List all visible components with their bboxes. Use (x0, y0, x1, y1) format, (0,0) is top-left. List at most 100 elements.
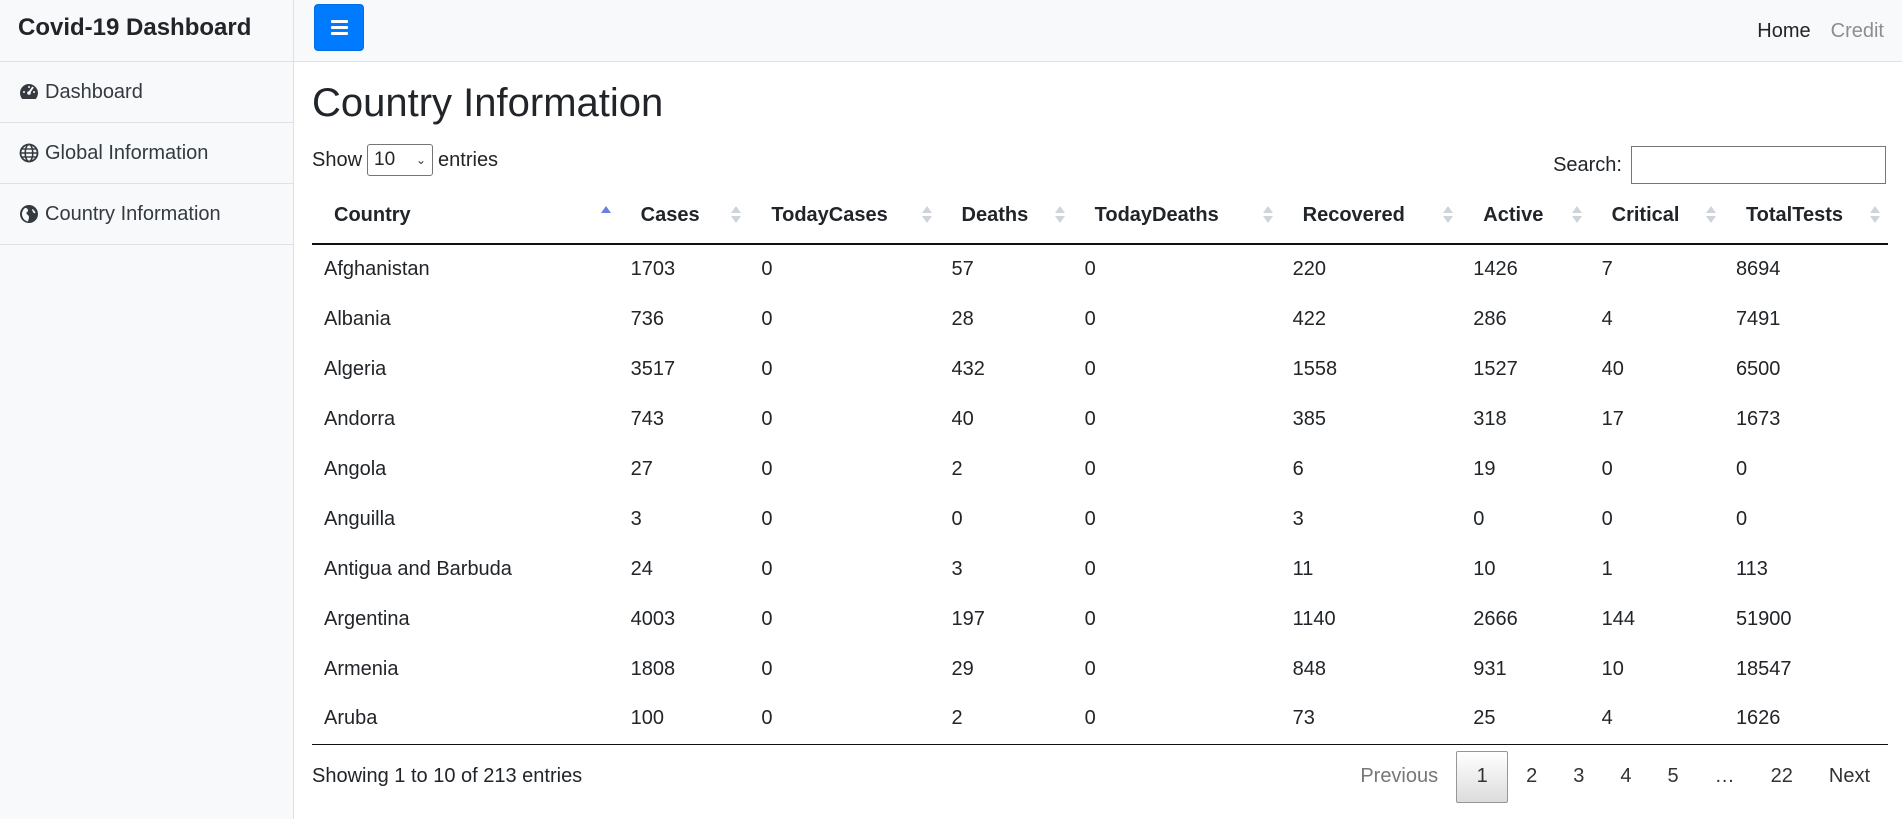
sort-icon (1705, 206, 1716, 223)
top-navbar: Home Credit (294, 0, 1902, 62)
table-cell-critical: 40 (1601, 357, 1624, 380)
pagination-page-5[interactable]: 5 (1650, 751, 1697, 803)
column-header-deaths[interactable]: Deaths (939, 188, 1073, 245)
table-cell-deaths: 2 (951, 457, 963, 480)
table-cell-todaycases: 0 (761, 307, 773, 330)
table-cell-todaydeaths: 0 (1084, 258, 1096, 280)
table-cell-todaycases: 0 (761, 457, 773, 480)
pagination-page-22[interactable]: 22 (1753, 751, 1811, 803)
sort-icon (1571, 206, 1582, 223)
pagination-page-4[interactable]: 4 (1602, 751, 1649, 803)
table-cell-cases: 1808 (630, 657, 676, 680)
sort-icon (731, 206, 742, 223)
pagination-next-button[interactable]: Next (1811, 751, 1888, 803)
table-cell-recovered: 220 (1292, 258, 1326, 280)
table-cell-critical: 10 (1601, 657, 1624, 680)
table-cell-cases: 27 (630, 457, 653, 480)
table-cell-country: Armenia (324, 657, 399, 680)
table-cell-active: 1426 (1473, 258, 1518, 280)
pagination-page-3[interactable]: 3 (1555, 751, 1602, 803)
table-cell-todaydeaths: 0 (1084, 557, 1096, 580)
table-body: Afghanistan 1703 0 57 0 220 1426 7 8694 Albania 73… (312, 244, 1888, 745)
table-cell-cases: 3 (630, 507, 642, 530)
sort-icon (1054, 206, 1065, 223)
table-cell-todaycases: 0 (761, 657, 773, 680)
search-input[interactable] (1631, 146, 1886, 184)
column-header-label: Deaths (961, 204, 1029, 226)
sort-icon (600, 206, 611, 223)
table-cell-country: Afghanistan (324, 258, 430, 280)
table-cell-todaydeaths: 0 (1084, 607, 1096, 630)
column-header-totaltests[interactable]: TotalTests (1723, 188, 1888, 245)
table-cell-country: Andorra (324, 407, 396, 430)
table-cell-cases: 24 (630, 557, 653, 580)
table-cell-totaltests: 113 (1735, 557, 1768, 580)
table-cell-recovered: 6 (1292, 457, 1304, 480)
sidebar: Covid-19 Dashboard Dashboard Global Info… (0, 0, 294, 819)
column-header-label: Recovered (1302, 204, 1405, 226)
table-cell-country: Argentina (324, 607, 410, 630)
table-cell-active: 1527 (1473, 357, 1518, 380)
sidebar-item-label: Global Information (45, 141, 209, 164)
table-cell-recovered: 73 (1280, 694, 1462, 745)
sidebar-item-dashboard[interactable]: Dashboard (0, 62, 293, 123)
table-cell-todaydeaths: 0 (1084, 357, 1096, 380)
entries-select[interactable]: 10 ⌄ (367, 144, 434, 176)
column-header-label: TodayDeaths (1094, 204, 1219, 226)
globe-icon (18, 142, 40, 164)
table-cell-todaydeaths: 0 (1084, 657, 1096, 680)
column-header-label: Cases (640, 204, 700, 226)
table-cell-todaycases: 0 (761, 557, 773, 580)
pagination-page-2[interactable]: 2 (1508, 751, 1555, 803)
table-cell-deaths: 0 (951, 507, 963, 530)
page-content: Country Information Show 10 ⌄ entries Se… (294, 78, 1902, 815)
nav-home-link[interactable]: Home (1757, 20, 1810, 43)
table-row: Aruba 100 0 2 0 73 25 4 1626 (312, 694, 1888, 745)
table-cell-cases: 743 (630, 407, 665, 430)
table-cell-country: Algeria (324, 357, 387, 380)
table-cell-active: 25 (1461, 694, 1590, 745)
table-cell-country: Aruba (312, 694, 619, 745)
table-cell-todaycases: 0 (761, 357, 773, 380)
pagination-page-1[interactable]: 1 (1456, 750, 1509, 803)
table-cell-totaltests: 6500 (1735, 357, 1781, 380)
table-cell-critical: 144 (1601, 607, 1636, 630)
sidebar-item-label: Country Information (45, 202, 221, 225)
page-title: Country Information (312, 81, 664, 125)
table-cell-country: Albania (324, 307, 391, 330)
table-cell-cases: 1703 (630, 258, 676, 280)
table-cell-deaths: 40 (951, 407, 974, 430)
menu-toggle-button[interactable] (314, 4, 364, 51)
table-cell-recovered: 422 (1292, 307, 1326, 330)
sort-icon (1870, 206, 1880, 223)
column-header-cases[interactable]: Cases (618, 188, 750, 245)
sidebar-title: Covid-19 Dashboard (0, 0, 293, 62)
nav-credit-link[interactable]: Credit (1831, 20, 1884, 43)
globe-americas-icon (18, 203, 40, 225)
country-table: Country Cases TodayCases Deaths TodayDeaths R… (312, 188, 1888, 745)
table-cell-country: Angola (324, 457, 387, 480)
table-cell-todaycases: 0 (761, 607, 773, 630)
table-cell-recovered: 3 (1292, 507, 1304, 530)
sidebar-item-global-information[interactable]: Global Information (0, 123, 293, 184)
column-header-todaycases[interactable]: TodayCases (749, 188, 940, 245)
pagination-ellipsis: … (1714, 765, 1735, 787)
entries-label: entries (438, 148, 499, 171)
column-header-country[interactable]: Country (312, 188, 619, 245)
table-cell-cases: 4003 (630, 607, 676, 630)
table-cell-todaydeaths: 0 (1084, 407, 1096, 430)
table-cell-totaltests: 18547 (1735, 657, 1792, 680)
table-cell-todaycases: 0 (761, 507, 773, 530)
column-header-active[interactable]: Active (1461, 188, 1590, 245)
pagination-previous-button[interactable]: Previous (1342, 751, 1456, 803)
column-header-todaydeaths[interactable]: TodayDeaths (1072, 188, 1281, 245)
table-cell-recovered: 11 (1292, 557, 1314, 580)
column-header-label: TodayCases (771, 204, 888, 226)
column-header-critical[interactable]: Critical (1589, 188, 1724, 245)
column-header-recovered[interactable]: Recovered (1280, 188, 1462, 245)
table-cell-deaths: 57 (951, 258, 974, 280)
sidebar-item-country-information[interactable]: Country Information (0, 184, 293, 245)
table-row: Afghanistan 1703 0 57 0 220 1426 7 8694 (312, 244, 1888, 294)
table-controls: Show 10 ⌄ entries Search: (312, 136, 1894, 188)
table-row: Armenia 1808 0 29 0 848 931 10 18547 (312, 644, 1888, 694)
